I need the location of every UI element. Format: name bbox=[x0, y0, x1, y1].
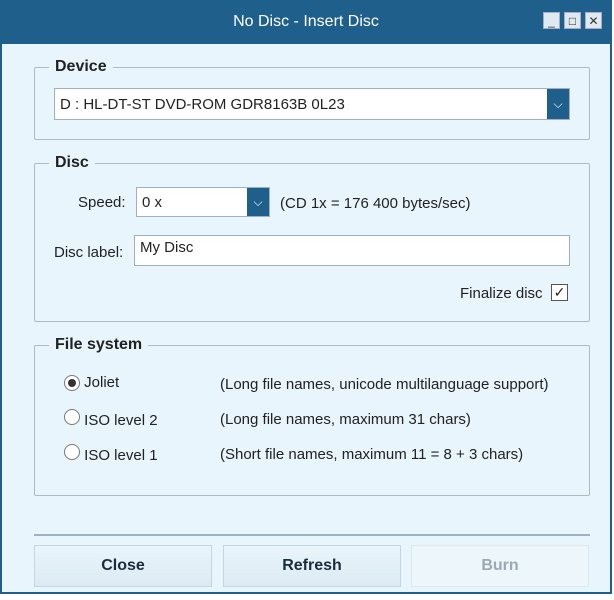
speed-label: Speed: bbox=[78, 194, 126, 211]
option-description: (Long file names, maximum 31 chars) bbox=[220, 411, 471, 428]
disc-label-input[interactable]: My Disc bbox=[134, 235, 570, 266]
filesystem-legend: File system bbox=[55, 336, 143, 353]
disc-legend: Disc bbox=[55, 154, 89, 171]
finalize-label: Finalize disc bbox=[460, 285, 543, 302]
minimize-button[interactable]: _ bbox=[543, 12, 560, 29]
speed-note: (CD 1x = 176 400 bytes/sec) bbox=[280, 195, 471, 212]
refresh-button[interactable]: Refresh bbox=[223, 545, 401, 587]
speed-select[interactable]: 0 x ⌵ bbox=[136, 187, 270, 217]
option-description: (Short file names, maximum 11 = 8 + 3 ch… bbox=[220, 446, 524, 463]
option-description: (Long file names, unicode multilanguage … bbox=[220, 376, 549, 393]
maximize-button[interactable]: □ bbox=[564, 12, 581, 29]
radio-iso-level-2[interactable]: ISO level 2 bbox=[64, 409, 158, 429]
close-window-button[interactable]: ✕ bbox=[585, 12, 602, 29]
dialog-window: No Disc - Insert Disc _ □ ✕ Device D : H… bbox=[0, 0, 612, 594]
option-label: Joliet bbox=[84, 374, 120, 391]
speed-value: 0 x bbox=[142, 193, 163, 211]
close-button[interactable]: Close bbox=[34, 545, 212, 587]
option-label: ISO level 1 bbox=[84, 447, 158, 464]
radio-button[interactable] bbox=[64, 409, 80, 425]
divider bbox=[34, 534, 590, 536]
radio-button[interactable] bbox=[64, 444, 80, 460]
chevron-down-icon[interactable]: ⌵ bbox=[547, 89, 569, 119]
chevron-down-icon[interactable]: ⌵ bbox=[247, 188, 269, 216]
disc-label-label: Disc label: bbox=[54, 244, 124, 261]
option-label: ISO level 2 bbox=[84, 412, 158, 429]
finalize-checkbox[interactable]: ✓ bbox=[551, 284, 568, 301]
device-legend: Device bbox=[55, 58, 107, 75]
radio-iso-level-1[interactable]: ISO level 1 bbox=[64, 444, 158, 464]
title-bar: No Disc - Insert Disc _ □ ✕ bbox=[2, 0, 610, 44]
radio-button[interactable] bbox=[64, 375, 80, 391]
device-select[interactable]: D : HL-DT-ST DVD-ROM GDR8163B 0L23 ⌵ bbox=[54, 88, 570, 120]
burn-button[interactable]: Burn bbox=[411, 545, 589, 587]
window-title: No Disc - Insert Disc bbox=[233, 13, 379, 30]
radio-joliet[interactable]: Joliet bbox=[64, 374, 119, 391]
device-value: D : HL-DT-ST DVD-ROM GDR8163B 0L23 bbox=[60, 95, 345, 113]
